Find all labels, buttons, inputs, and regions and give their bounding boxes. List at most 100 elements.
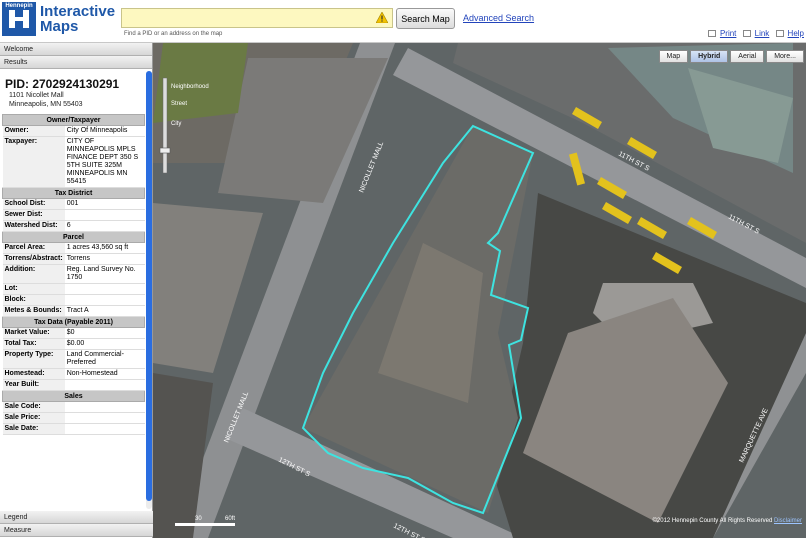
advanced-search-link[interactable]: Advanced Search xyxy=(463,13,534,23)
info-key: Owner: xyxy=(2,125,65,137)
info-row: Block: xyxy=(2,294,145,306)
info-value: Torrens xyxy=(64,253,145,265)
info-row: Watershed Dist: 6 xyxy=(2,220,145,232)
brand-line-2: Maps xyxy=(40,18,79,35)
info-key: Parcel Area: xyxy=(2,242,65,254)
welcome-tab[interactable]: Welcome xyxy=(0,43,152,56)
copyright-bar: ©2012 Hennepin County All Rights Reserve… xyxy=(652,518,802,524)
info-row: Lot: xyxy=(2,283,145,295)
info-row: Addition: Reg. Land Survey No. 1750 xyxy=(2,264,145,284)
disclaimer-link[interactable]: Disclaimer xyxy=(774,518,802,524)
info-value: Reg. Land Survey No. 1750 xyxy=(64,264,145,284)
info-value: City Of Minneapolis xyxy=(64,125,145,137)
map-type-buttons: Map Hybrid Aerial More... xyxy=(657,45,804,63)
results-pane: PID: 2702924130291 1101 Nicollet Mall Mi… xyxy=(0,69,153,511)
info-value: 001 xyxy=(64,198,145,210)
print-icon xyxy=(707,30,716,37)
info-key: Market Value: xyxy=(2,327,65,339)
brand-line-1: Interactive xyxy=(40,3,116,20)
brand-title: Interactive Maps xyxy=(40,4,115,34)
scale-label-60: 60ft xyxy=(225,516,235,522)
section-header: Tax Data (Payable 2011) xyxy=(2,316,145,328)
aerial-map[interactable]: NICOLLET MALL NICOLLET MALL 11TH ST S 11… xyxy=(153,43,806,538)
zoom-label-neighborhood: Neighborhood xyxy=(171,84,209,90)
app-window: Hennepin Interactive Maps Find a PID or … xyxy=(0,0,806,538)
info-row: Year Built: xyxy=(2,379,145,391)
pid-title: PID: 2702924130291 xyxy=(5,77,120,91)
zoom-track[interactable] xyxy=(162,77,168,174)
info-key: Watershed Dist: xyxy=(2,220,65,232)
left-panel: Welcome Results PID: 2702924130291 1101 … xyxy=(0,43,153,538)
measure-tab[interactable]: Measure xyxy=(0,524,153,537)
search-input[interactable] xyxy=(122,10,372,29)
info-value: Land Commercial-Preferred xyxy=(64,349,145,369)
search-hint: Find a PID or an address on the map xyxy=(124,31,223,37)
info-key: Sale Date: xyxy=(2,423,65,435)
map-viewport[interactable]: NICOLLET MALL NICOLLET MALL 11TH ST S 11… xyxy=(153,43,806,538)
zoom-handle[interactable] xyxy=(159,147,171,154)
info-value: 1 acres 43,560 sq ft xyxy=(64,242,145,254)
info-row: Market Value: $0 xyxy=(2,327,145,339)
info-row: Sale Code: xyxy=(2,401,145,413)
section-header: Parcel xyxy=(2,231,145,243)
info-value xyxy=(64,401,145,413)
info-key: Total Tax: xyxy=(2,338,65,350)
section-title: Tax District xyxy=(2,187,145,199)
zoom-label-city: City xyxy=(171,121,181,127)
link-link[interactable]: Link xyxy=(755,29,770,38)
info-key: Addition: xyxy=(2,264,65,284)
info-value: Tract A xyxy=(64,305,145,317)
scale-label-30: 30 xyxy=(195,516,202,522)
results-scrollbar[interactable] xyxy=(146,71,152,509)
section-title: Sales xyxy=(2,390,145,402)
info-key: Sale Code: xyxy=(2,401,65,413)
section-title: Owner/Taxpayer xyxy=(2,114,145,126)
info-key: Sewer Dist: xyxy=(2,209,65,221)
info-value xyxy=(64,379,145,391)
info-value xyxy=(64,283,145,295)
info-row: Parcel Area: 1 acres 43,560 sq ft xyxy=(2,242,145,254)
info-row: Homestead: Non-Homestead xyxy=(2,368,145,380)
info-value xyxy=(64,294,145,306)
search-map-button[interactable]: Search Map xyxy=(396,8,455,29)
logo-h-icon xyxy=(9,10,29,28)
info-value: $0 xyxy=(64,327,145,339)
print-link[interactable]: Print xyxy=(720,29,736,38)
info-value xyxy=(64,209,145,221)
info-value: 6 xyxy=(64,220,145,232)
info-key: Homestead: xyxy=(2,368,65,380)
section-title: Parcel xyxy=(2,231,145,243)
info-key: Property Type: xyxy=(2,349,65,369)
info-value xyxy=(64,412,145,424)
help-link[interactable]: Help xyxy=(788,29,804,38)
map-button[interactable]: Map xyxy=(658,50,689,63)
scale-bar xyxy=(175,523,235,526)
info-row: Sale Date: xyxy=(2,423,145,435)
address-line-2: Minneapolis, MN 55403 xyxy=(9,101,83,108)
legend-tab[interactable]: Legend xyxy=(0,511,153,524)
section-title: Tax Data (Payable 2011) xyxy=(2,316,145,328)
hybrid-button[interactable]: Hybrid xyxy=(690,50,729,63)
info-key: Block: xyxy=(2,294,65,306)
help-icon xyxy=(775,30,784,37)
info-value: Non-Homestead xyxy=(64,368,145,380)
info-row: Sale Price: xyxy=(2,412,145,424)
hennepin-logo[interactable]: Hennepin xyxy=(2,2,36,36)
section-header: Sales xyxy=(2,390,145,402)
info-row: Property Type: Land Commercial-Preferred xyxy=(2,349,145,369)
warning-icon xyxy=(376,12,388,23)
info-row: Metes & Bounds: Tract A xyxy=(2,305,145,317)
results-tab[interactable]: Results xyxy=(0,56,152,69)
tool-links: Print Link Help xyxy=(704,29,804,38)
more-button[interactable]: More... xyxy=(766,50,804,63)
info-key: Torrens/Abstract: xyxy=(2,253,65,265)
zoom-label-street: Street xyxy=(171,101,187,107)
info-value xyxy=(64,423,145,435)
info-key: Lot: xyxy=(2,283,65,295)
aerial-button[interactable]: Aerial xyxy=(730,50,765,63)
info-row: Total Tax: $0.00 xyxy=(2,338,145,350)
rights-text: All Rights Reserved xyxy=(719,518,773,524)
section-header: Owner/Taxpayer xyxy=(2,114,145,126)
property-info-table: Owner/Taxpayer Owner: City Of Minneapolis T… xyxy=(2,114,145,435)
scroll-thumb[interactable] xyxy=(146,71,152,501)
